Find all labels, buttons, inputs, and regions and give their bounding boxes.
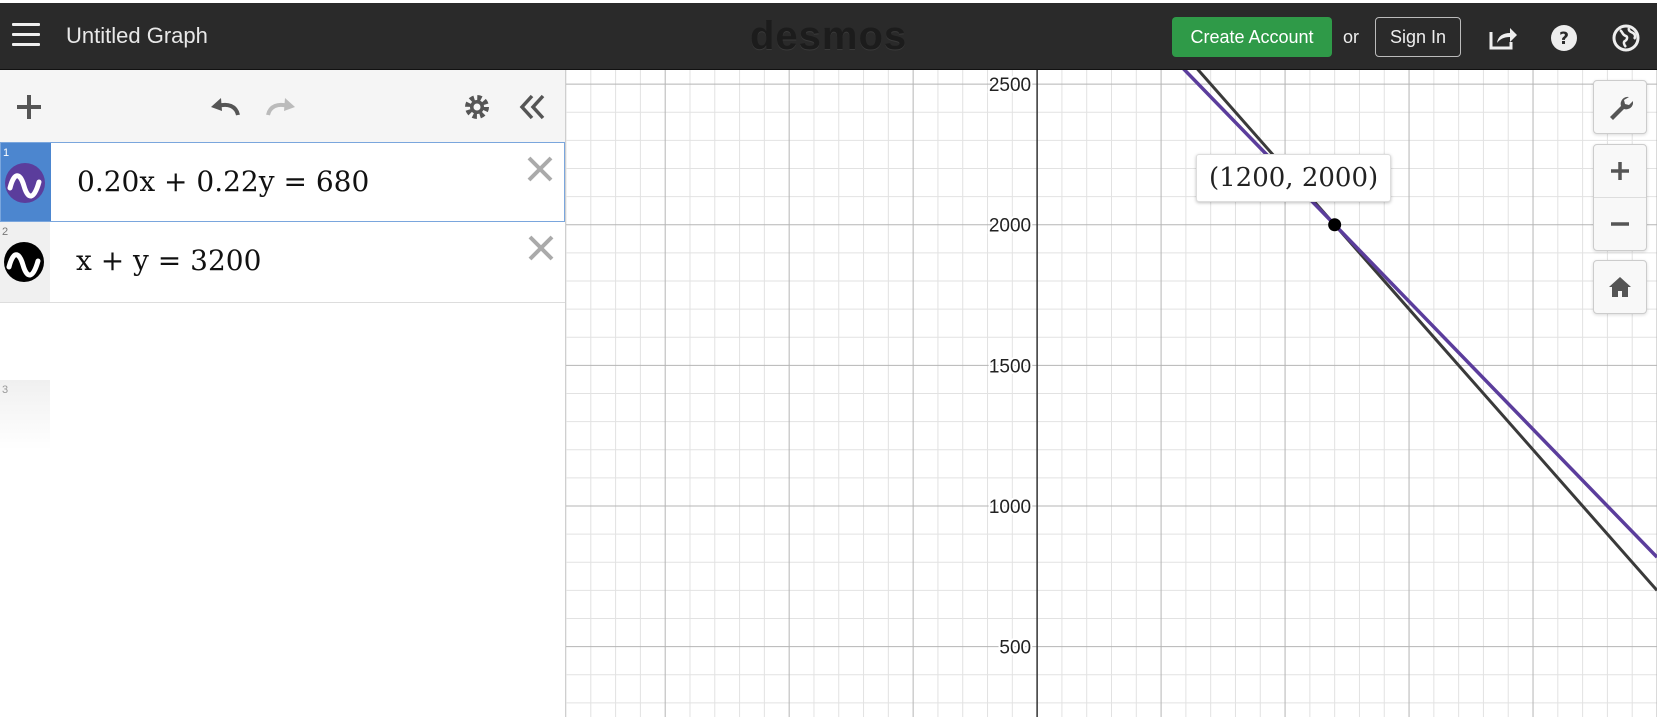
share-icon[interactable] [1488,23,1518,53]
intersection-point [1328,218,1342,232]
color-swatch-icon[interactable] [4,162,46,204]
zoom-out-icon[interactable] [1594,198,1646,250]
series-line-2 [1196,70,1657,592]
zoom-in-icon[interactable] [1594,145,1646,198]
globe-icon[interactable] [1611,23,1641,53]
graph-canvas[interactable]: 2500 2000 1500 1000 500 [566,70,1657,717]
graph-settings-control [1593,80,1647,134]
undo-icon[interactable] [206,90,246,124]
y-tick-label: 1000 [989,497,1031,518]
y-tick-label: 2500 [989,75,1031,96]
expression-list: 1 0.20x + 0.22y = 680 2 x + y = 3200 3 [0,70,566,717]
color-swatch-icon[interactable] [3,241,45,283]
expression-toolbar [0,70,565,143]
series-line-1 [1182,70,1657,559]
y-tick-label: 1500 [989,356,1031,377]
zoom-controls [1593,144,1647,251]
graph-paper[interactable]: 2500 2000 1500 1000 500 (1200, 2000) [566,70,1657,717]
y-tick-label: 500 [999,638,1031,659]
help-icon[interactable]: ? [1549,23,1579,53]
point-coordinate-label[interactable]: (1200, 2000) [1196,154,1392,202]
redo-icon[interactable] [260,90,300,124]
top-bar: Untitled Graph desmos Create Account or … [0,3,1657,70]
wrench-icon[interactable] [1594,81,1646,133]
add-expression-icon[interactable] [12,90,46,124]
delete-expression-icon[interactable] [525,232,557,264]
expression-tab[interactable]: 1 [1,143,51,221]
delete-expression-icon[interactable] [524,153,556,185]
expression-index: 2 [2,226,9,238]
expression-tab[interactable]: 2 [0,222,50,302]
expression-latex[interactable]: 0.20x + 0.22y = 680 [77,165,369,198]
or-label: or [1343,27,1360,47]
home-view-control [1593,260,1647,314]
settings-gear-icon[interactable] [460,90,494,124]
expression-index: 3 [2,384,9,396]
y-tick-label: 2000 [989,216,1031,237]
desmos-window: Untitled Graph desmos Create Account or … [0,0,1663,717]
collapse-list-icon[interactable] [514,90,550,124]
create-account-button[interactable]: Create Account [1172,17,1332,57]
desmos-logo: desmos [750,14,908,58]
graph-title[interactable]: Untitled Graph [66,23,208,49]
svg-text:?: ? [1559,29,1569,49]
sign-in-button[interactable]: Sign In [1375,17,1461,57]
expression-index: 1 [3,147,10,159]
menu-icon[interactable] [12,23,40,47]
expression-row-3[interactable]: 3 [0,380,50,450]
expression-row-1[interactable]: 1 0.20x + 0.22y = 680 [0,142,565,222]
expression-row-2[interactable]: 2 x + y = 3200 [0,222,565,303]
home-icon[interactable] [1594,261,1646,313]
expression-latex[interactable]: x + y = 3200 [76,244,261,277]
